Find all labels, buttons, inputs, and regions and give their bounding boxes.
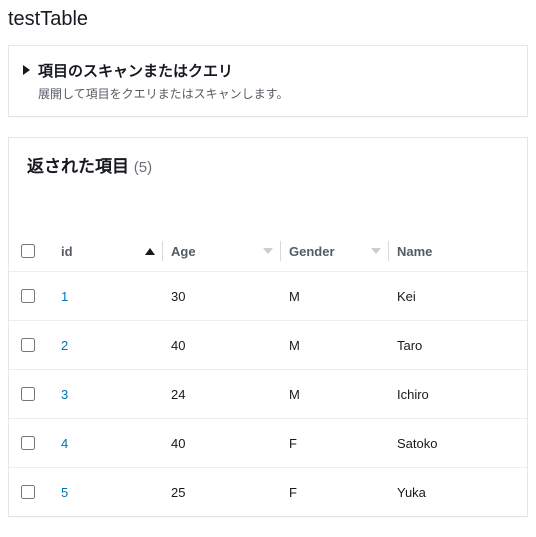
row-name: Taro	[389, 321, 527, 370]
row-checkbox[interactable]	[21, 485, 35, 499]
column-label: Age	[171, 244, 196, 259]
table-row: 2 40MTaro	[9, 321, 527, 370]
table-row: 3 24MIchiro	[9, 370, 527, 419]
column-label: id	[61, 244, 73, 259]
column-header-gender[interactable]: Gender	[281, 231, 389, 272]
scan-query-title: 項目のスキャンまたはクエリ	[38, 60, 233, 81]
column-header-age[interactable]: Age	[163, 231, 281, 272]
row-gender: F	[281, 468, 389, 517]
row-age: 30	[163, 272, 281, 321]
row-checkbox[interactable]	[21, 289, 35, 303]
sort-icon	[263, 248, 273, 254]
row-name: Ichiro	[389, 370, 527, 419]
row-name: Kei	[389, 272, 527, 321]
page-title: testTable	[0, 0, 536, 45]
scan-query-panel[interactable]: 項目のスキャンまたはクエリ 展開して項目をクエリまたはスキャンします。	[8, 45, 528, 117]
column-header-select	[9, 231, 53, 272]
row-age: 40	[163, 419, 281, 468]
row-age: 24	[163, 370, 281, 419]
results-heading-text: 返された項目	[27, 157, 129, 176]
row-id-link[interactable]: 5	[61, 485, 68, 500]
row-age: 25	[163, 468, 281, 517]
row-checkbox[interactable]	[21, 338, 35, 352]
table-row: 5 25FYuka	[9, 468, 527, 517]
results-heading: 返された項目 (5)	[9, 152, 527, 183]
column-header-name[interactable]: Name	[389, 231, 527, 272]
row-gender: F	[281, 419, 389, 468]
row-id-link[interactable]: 4	[61, 436, 68, 451]
column-header-id[interactable]: id	[53, 231, 163, 272]
row-gender: M	[281, 272, 389, 321]
table-row: 4 40FSatoko	[9, 419, 527, 468]
row-gender: M	[281, 370, 389, 419]
select-all-checkbox[interactable]	[21, 244, 35, 258]
scan-query-subtitle: 展開して項目をクエリまたはスキャンします。	[38, 85, 513, 102]
row-id-link[interactable]: 1	[61, 289, 68, 304]
chevron-right-icon	[23, 65, 30, 75]
row-id-link[interactable]: 2	[61, 338, 68, 353]
results-panel: 返された項目 (5) id Age	[8, 137, 528, 517]
row-age: 40	[163, 321, 281, 370]
row-checkbox[interactable]	[21, 436, 35, 450]
row-id-link[interactable]: 3	[61, 387, 68, 402]
row-checkbox[interactable]	[21, 387, 35, 401]
column-label: Name	[397, 244, 432, 259]
table-row: 1 30MKei	[9, 272, 527, 321]
column-label: Gender	[289, 244, 335, 259]
row-gender: M	[281, 321, 389, 370]
row-name: Yuka	[389, 468, 527, 517]
sort-asc-icon	[145, 248, 155, 255]
sort-icon	[371, 248, 381, 254]
results-count: (5)	[134, 159, 152, 176]
row-name: Satoko	[389, 419, 527, 468]
items-table: id Age Gender	[9, 231, 527, 516]
